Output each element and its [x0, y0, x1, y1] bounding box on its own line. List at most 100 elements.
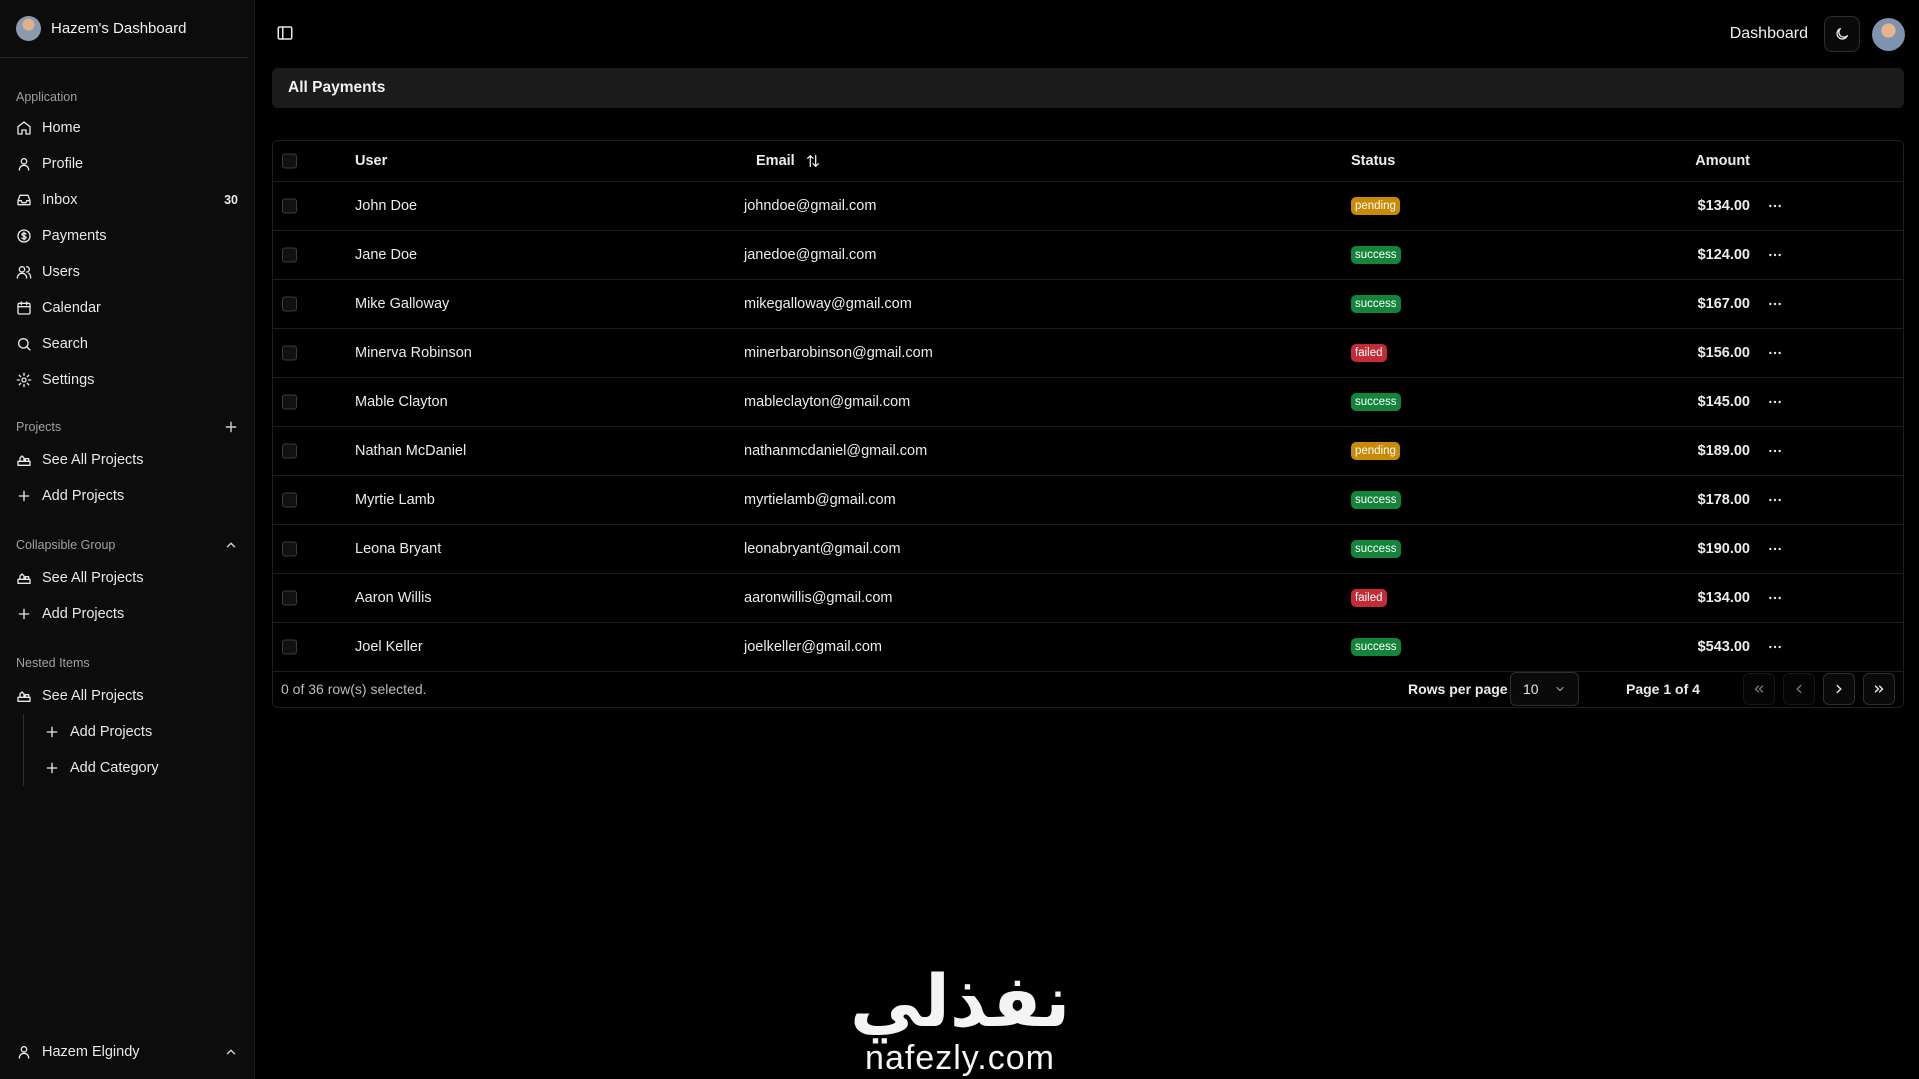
cell-email: joelkeller@gmail.com	[744, 639, 883, 655]
row-actions-button[interactable]	[1767, 198, 1787, 214]
row-checkbox[interactable]	[282, 639, 297, 655]
table-header-row: User Email Status Amount	[273, 141, 1903, 182]
cell-amount: $190.00	[1697, 541, 1750, 557]
inbox-icon	[17, 194, 31, 206]
sidebar-item-nested-add-category[interactable]: Add Category	[24, 750, 254, 786]
table-row[interactable]: Leona Bryant leonabryant@gmail.com success…	[273, 525, 1903, 574]
cell-user: John Doe	[355, 198, 418, 214]
nested-label: Nested Items	[16, 656, 90, 670]
plus-icon	[46, 762, 58, 774]
group-label-collapsible[interactable]: Collapsible Group	[0, 534, 254, 556]
table-row[interactable]: Joel Keller joelkeller@gmail.com success $5…	[273, 623, 1903, 672]
sidebar-item-nested-add-projects[interactable]: Add Projects	[24, 714, 254, 750]
previous-page-button[interactable]	[1783, 673, 1815, 705]
row-actions-button[interactable]	[1767, 345, 1787, 361]
chevron-right-icon	[1836, 684, 1842, 694]
sidebar-item-users[interactable]: Users	[0, 254, 254, 290]
row-actions-button[interactable]	[1767, 639, 1787, 655]
theme-toggle-button[interactable]	[1824, 16, 1860, 52]
row-actions-button[interactable]	[1767, 541, 1787, 557]
cell-email: minerbarobinson@gmail.com	[744, 345, 933, 361]
sidebar-header[interactable]: Hazem's Dashboard	[0, 0, 248, 58]
nested-children: Add Projects Add Category	[23, 714, 254, 786]
row-actions-button[interactable]	[1767, 247, 1787, 263]
avatar[interactable]	[1872, 17, 1905, 51]
cell-email: aaronwillis@gmail.com	[744, 590, 893, 606]
sidebar-item-add-projects-2[interactable]: Add Projects	[0, 596, 254, 632]
rows-per-page-select[interactable]: 10	[1510, 672, 1579, 706]
status-badge: success	[1351, 295, 1401, 313]
sidebar-item-label: Users	[42, 264, 80, 280]
sidebar-item-settings[interactable]: Settings	[0, 362, 254, 398]
sidebar-item-payments[interactable]: Payments	[0, 218, 254, 254]
row-checkbox[interactable]	[282, 492, 297, 508]
status-badge-cell: pending	[1351, 442, 1400, 460]
chevrons-right-icon	[1874, 685, 1884, 693]
cell-user: Joel Keller	[355, 639, 423, 655]
page-info: Page 1 of 4	[1626, 681, 1700, 697]
sidebar-item-inbox[interactable]: Inbox 30	[0, 182, 254, 218]
row-checkbox[interactable]	[282, 345, 297, 361]
row-checkbox[interactable]	[282, 394, 297, 410]
table-row[interactable]: Jane Doe janedoe@gmail.com success $124.00	[273, 231, 1903, 280]
sidebar-item-label: See All Projects	[42, 570, 144, 586]
row-checkbox[interactable]	[282, 296, 297, 312]
table-row[interactable]: Mable Clayton mableclayton@gmail.com succe…	[273, 378, 1903, 427]
moon-icon	[1836, 28, 1848, 40]
table-row[interactable]: Myrtie Lamb myrtielamb@gmail.com success $1…	[273, 476, 1903, 525]
row-actions-button[interactable]	[1767, 590, 1787, 606]
breadcrumb[interactable]: Dashboard	[1730, 25, 1808, 43]
column-header-email[interactable]: Email	[756, 153, 821, 169]
row-checkbox[interactable]	[282, 541, 297, 557]
select-all-checkbox[interactable]	[282, 153, 297, 169]
projects-icon	[17, 573, 31, 584]
sidebar-user-menu[interactable]: Hazem Elgindy	[0, 1025, 254, 1079]
sidebar-item-see-all-projects[interactable]: See All Projects	[0, 442, 254, 478]
sidebar-toggle-icon[interactable]	[276, 24, 294, 42]
sidebar-item-search[interactable]: Search	[0, 326, 254, 362]
table-row[interactable]: Mike Galloway mikegalloway@gmail.com succe…	[273, 280, 1903, 329]
status-badge: success	[1351, 491, 1401, 509]
cell-user: Nathan McDaniel	[355, 443, 467, 459]
cell-amount: $124.00	[1697, 247, 1750, 263]
sidebar-item-home[interactable]: Home	[0, 110, 254, 146]
chevron-up-icon[interactable]	[224, 538, 238, 552]
sidebar-item-label: Add Projects	[70, 724, 153, 740]
dashboard-avatar	[16, 16, 41, 41]
row-checkbox[interactable]	[282, 247, 297, 263]
status-badge: success	[1351, 638, 1401, 656]
cell-user: Mike Galloway	[355, 296, 450, 312]
cell-user: Jane Doe	[355, 247, 418, 263]
sidebar-item-calendar[interactable]: Calendar	[0, 290, 254, 326]
row-checkbox[interactable]	[282, 443, 297, 459]
row-checkbox[interactable]	[282, 590, 297, 606]
table-row[interactable]: Nathan McDaniel nathanmcdaniel@gmail.com p…	[273, 427, 1903, 476]
rows-per-page-value: 10	[1523, 681, 1539, 697]
row-checkbox[interactable]	[282, 198, 297, 214]
plus-icon[interactable]	[224, 420, 238, 434]
status-badge-cell: pending	[1351, 197, 1400, 215]
sidebar-item-add-projects[interactable]: Add Projects	[0, 478, 254, 514]
first-page-button[interactable]	[1743, 673, 1775, 705]
sidebar-item-label: Profile	[42, 156, 84, 172]
table-footer: 0 of 36 row(s) selected. Rows per page 1…	[273, 669, 1903, 709]
table-row[interactable]: John Doe johndoe@gmail.com pending $134.00	[273, 182, 1903, 231]
table-row[interactable]: Aaron Willis aaronwillis@gmail.com failed $…	[273, 574, 1903, 623]
row-actions-button[interactable]	[1767, 443, 1787, 459]
sidebar-item-profile[interactable]: Profile	[0, 146, 254, 182]
table-row[interactable]: Minerva Robinson minerbarobinson@gmail.co…	[273, 329, 1903, 378]
row-actions-button[interactable]	[1767, 394, 1787, 410]
last-page-button[interactable]	[1863, 673, 1895, 705]
sidebar-item-label: Payments	[42, 228, 107, 244]
sort-icon[interactable]	[805, 153, 821, 169]
sidebar-item-label: See All Projects	[42, 452, 144, 468]
next-page-button[interactable]	[1823, 673, 1855, 705]
cell-amount: $134.00	[1697, 198, 1750, 214]
status-badge-cell: failed	[1351, 344, 1387, 362]
page-title: All Payments	[288, 79, 386, 96]
sidebar-item-nested-parent[interactable]: See All Projects	[0, 678, 254, 714]
sidebar-item-see-all-projects-2[interactable]: See All Projects	[0, 560, 254, 596]
row-actions-button[interactable]	[1767, 492, 1787, 508]
row-actions-button[interactable]	[1767, 296, 1787, 312]
status-badge-cell: success	[1351, 491, 1401, 509]
